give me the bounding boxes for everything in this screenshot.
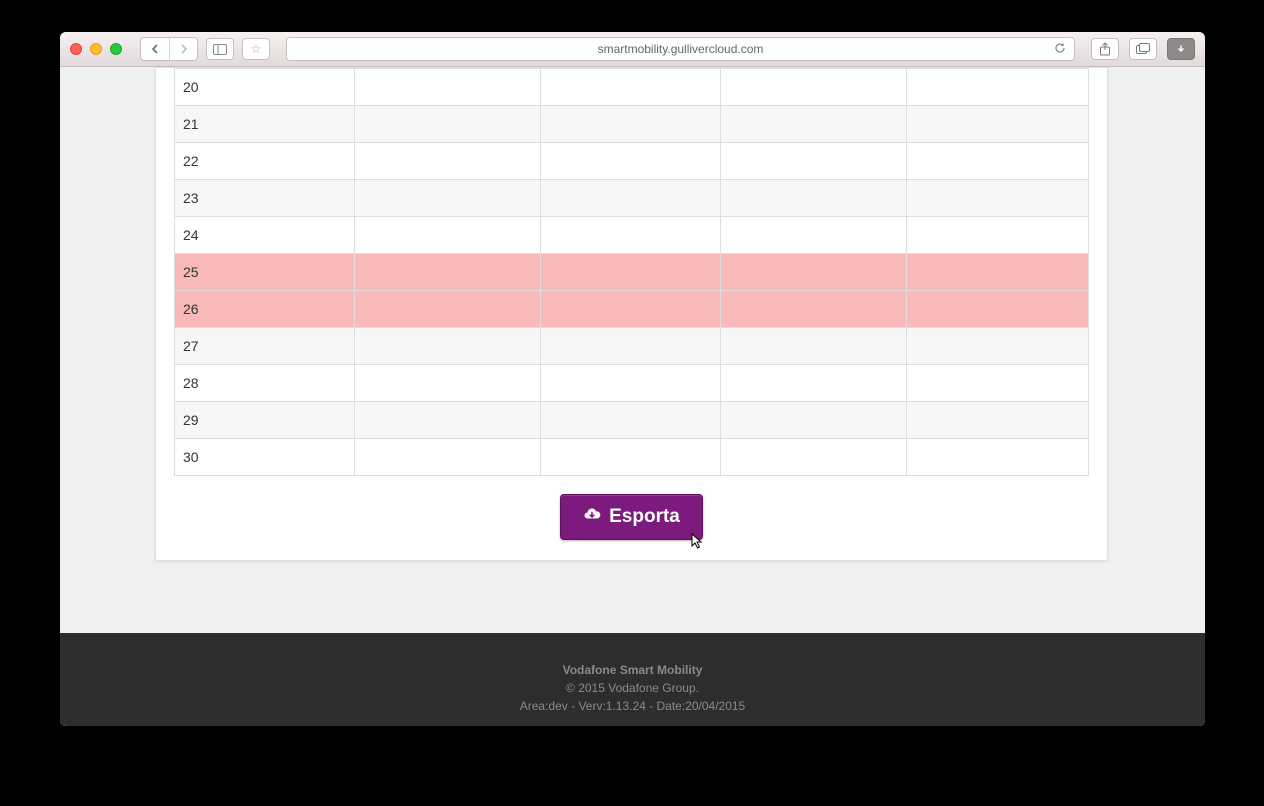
- close-window-button[interactable]: [70, 43, 82, 55]
- data-cell: [721, 143, 907, 180]
- data-cell: [541, 254, 721, 291]
- table-row: 28: [175, 365, 1089, 402]
- table-row: 24: [175, 217, 1089, 254]
- table-row: 25: [175, 254, 1089, 291]
- footer-copyright: © 2015 Vodafone Group.: [60, 679, 1205, 697]
- data-cell: [355, 402, 541, 439]
- export-button-label: Esporta: [609, 506, 680, 528]
- day-cell: 26: [175, 291, 355, 328]
- data-cell: [355, 254, 541, 291]
- share-button[interactable]: [1091, 38, 1119, 60]
- data-cell: [541, 439, 721, 476]
- data-cell: [721, 291, 907, 328]
- day-cell: 24: [175, 217, 355, 254]
- table-row: 30: [175, 439, 1089, 476]
- day-cell: 25: [175, 254, 355, 291]
- day-cell: 29: [175, 402, 355, 439]
- back-button[interactable]: [141, 38, 169, 60]
- day-cell: 30: [175, 439, 355, 476]
- day-cell: 27: [175, 328, 355, 365]
- data-cell: [355, 328, 541, 365]
- traffic-lights: [70, 43, 122, 55]
- reload-icon[interactable]: [1054, 42, 1066, 57]
- data-cell: [355, 106, 541, 143]
- zoom-window-button[interactable]: [110, 43, 122, 55]
- data-cell: [907, 291, 1089, 328]
- table-row: 23: [175, 180, 1089, 217]
- data-table: 2021222324252627282930: [174, 68, 1089, 476]
- data-cell: [721, 254, 907, 291]
- data-cell: [541, 180, 721, 217]
- day-cell: 23: [175, 180, 355, 217]
- data-cell: [541, 402, 721, 439]
- data-cell: [541, 365, 721, 402]
- day-cell: 28: [175, 365, 355, 402]
- data-cell: [907, 143, 1089, 180]
- titlebar: ☆ smartmobility.gullivercloud.com: [60, 32, 1205, 67]
- address-bar-url: smartmobility.gullivercloud.com: [598, 42, 764, 56]
- footer-version: Area:dev - Verv:1.13.24 - Date:20/04/201…: [60, 697, 1205, 715]
- data-cell: [721, 69, 907, 106]
- data-cell: [541, 143, 721, 180]
- toolbar-right: [1091, 38, 1195, 60]
- data-cell: [907, 365, 1089, 402]
- table-row: 26: [175, 291, 1089, 328]
- data-cell: [355, 365, 541, 402]
- table-row: 22: [175, 143, 1089, 180]
- downloads-button[interactable]: [1167, 38, 1195, 60]
- data-cell: [907, 439, 1089, 476]
- data-cell: [541, 291, 721, 328]
- table-row: 27: [175, 328, 1089, 365]
- tabs-overview-button[interactable]: [1129, 38, 1157, 60]
- data-cell: [907, 402, 1089, 439]
- content-card: 2021222324252627282930 Esporta: [155, 67, 1108, 561]
- cloud-download-icon: [583, 505, 601, 529]
- data-cell: [541, 69, 721, 106]
- browser-window: ☆ smartmobility.gullivercloud.com + 2021…: [60, 32, 1205, 726]
- data-cell: [907, 69, 1089, 106]
- data-cell: [721, 365, 907, 402]
- footer-title: Vodafone Smart Mobility: [60, 661, 1205, 679]
- day-cell: 22: [175, 143, 355, 180]
- data-cell: [907, 254, 1089, 291]
- data-cell: [721, 402, 907, 439]
- data-cell: [355, 69, 541, 106]
- nav-buttons: [140, 37, 198, 61]
- address-bar[interactable]: smartmobility.gullivercloud.com: [286, 37, 1075, 61]
- data-cell: [721, 217, 907, 254]
- data-cell: [907, 106, 1089, 143]
- data-cell: [355, 291, 541, 328]
- viewport: 2021222324252627282930 Esporta Vodafone …: [60, 67, 1205, 726]
- forward-button[interactable]: [169, 38, 197, 60]
- data-cell: [355, 143, 541, 180]
- minimize-window-button[interactable]: [90, 43, 102, 55]
- table-row: 20: [175, 69, 1089, 106]
- top-sites-button[interactable]: ☆: [242, 38, 270, 60]
- day-cell: 21: [175, 106, 355, 143]
- data-cell: [355, 439, 541, 476]
- data-cell: [721, 439, 907, 476]
- day-cell: 20: [175, 69, 355, 106]
- data-cell: [541, 106, 721, 143]
- data-cell: [721, 106, 907, 143]
- data-cell: [907, 328, 1089, 365]
- page-footer: Vodafone Smart Mobility © 2015 Vodafone …: [60, 633, 1205, 726]
- table-row: 29: [175, 402, 1089, 439]
- data-cell: [355, 217, 541, 254]
- data-cell: [355, 180, 541, 217]
- data-cell: [907, 180, 1089, 217]
- data-cell: [541, 217, 721, 254]
- table-row: 21: [175, 106, 1089, 143]
- data-cell: [541, 328, 721, 365]
- data-cell: [907, 217, 1089, 254]
- export-button[interactable]: Esporta: [560, 494, 703, 540]
- data-cell: [721, 180, 907, 217]
- sidebar-toggle-button[interactable]: [206, 38, 234, 60]
- data-cell: [721, 328, 907, 365]
